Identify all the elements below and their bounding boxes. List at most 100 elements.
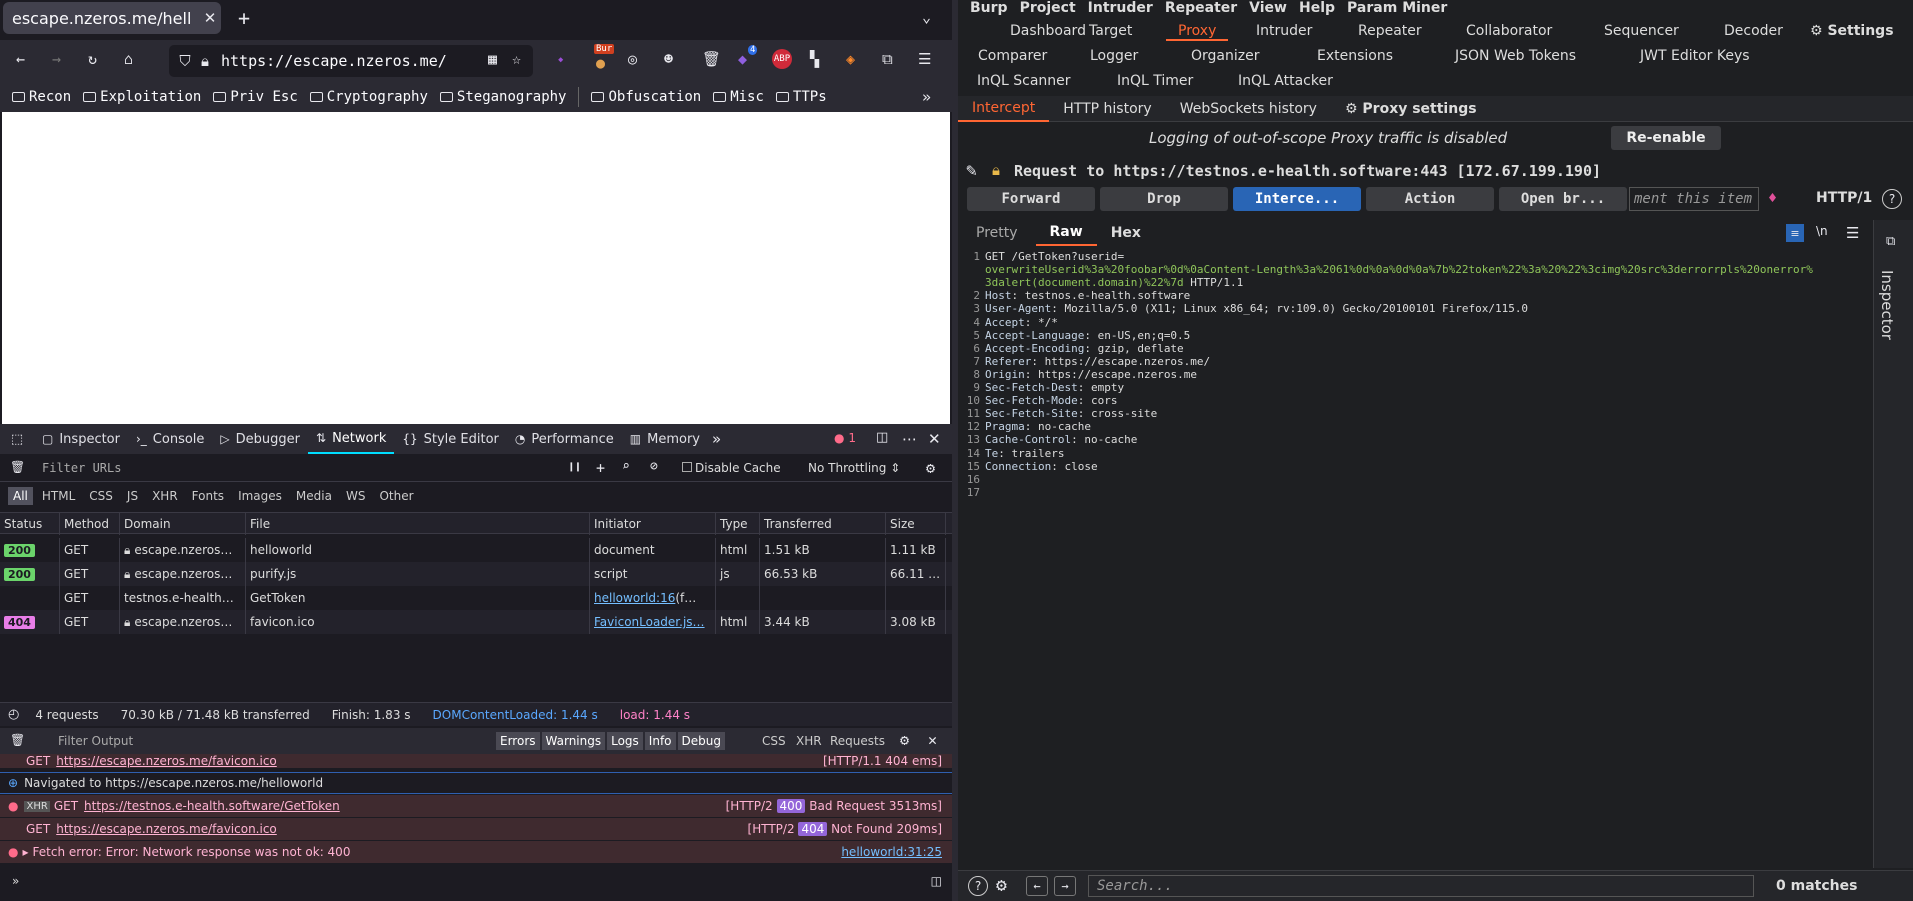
disable-cache-checkbox[interactable]: Disable Cache xyxy=(682,461,781,475)
tab-settings[interactable]: ⚙ Settings xyxy=(1810,23,1894,39)
view-hex[interactable]: Hex xyxy=(1097,221,1155,245)
clear-console-icon[interactable]: 🗑︎ xyxy=(10,733,25,747)
intercept-toggle-button[interactable]: Interce... xyxy=(1233,187,1361,211)
console-message[interactable]: ● XHR GET https://testnos.e-health.softw… xyxy=(0,795,952,817)
show-newlines-icon[interactable]: \n xyxy=(1816,224,1828,238)
bookmark-obfuscation[interactable]: Obfuscation xyxy=(591,89,701,105)
filter-xhr[interactable]: XHR xyxy=(796,734,822,748)
filter-info[interactable]: Info xyxy=(644,732,676,750)
tab-json-web-tokens[interactable]: JSON Web Tokens xyxy=(1455,48,1576,64)
pick-element-icon[interactable]: ⬚ xyxy=(0,432,34,447)
console-url[interactable]: https://escape.nzeros.me/favicon.ico xyxy=(56,822,277,836)
menu-param-miner[interactable]: Param Miner xyxy=(1347,0,1447,16)
inspector-toggle-icon[interactable]: ⧉ xyxy=(1886,234,1895,249)
lock-icon[interactable]: 🔒︎ xyxy=(195,52,215,70)
menu-view[interactable]: View xyxy=(1249,0,1287,16)
tab-inql-attacker[interactable]: InQL Attacker xyxy=(1238,73,1333,89)
home-icon[interactable]: ⌂ xyxy=(124,50,133,68)
bookmark-steganography[interactable]: Steganography xyxy=(439,89,566,105)
inspector-label[interactable]: Inspector xyxy=(1878,270,1896,340)
filter-debug[interactable]: Debug xyxy=(677,732,725,750)
edit-pencil-icon[interactable]: ✎ xyxy=(966,160,977,181)
type-xhr[interactable]: XHR xyxy=(147,487,183,505)
tab-inql-scanner[interactable]: InQL Scanner xyxy=(977,73,1071,89)
table-row[interactable]: 200 GET 🔒︎ escape.nzeros… helloworld docu… xyxy=(0,538,952,562)
tab-collaborator[interactable]: Collaborator xyxy=(1466,23,1552,39)
filter-css[interactable]: CSS xyxy=(762,734,786,748)
menu-help[interactable]: Help xyxy=(1299,0,1335,16)
col-domain[interactable]: Domain xyxy=(120,513,246,535)
proxy-settings-button[interactable]: ⚙ Proxy settings xyxy=(1331,97,1491,121)
col-initiator[interactable]: Initiator xyxy=(590,513,716,535)
filter-logs[interactable]: Logs xyxy=(607,732,643,750)
filter-warnings[interactable]: Warnings xyxy=(541,732,606,750)
foxyproxy-icon[interactable]: ◈ xyxy=(846,50,855,68)
tab-style-editor[interactable]: {} Style Editor xyxy=(394,424,507,454)
view-pretty[interactable]: Pretty xyxy=(958,221,1036,245)
subtab-websockets-history[interactable]: WebSockets history xyxy=(1166,97,1331,121)
help-icon[interactable]: ? xyxy=(968,876,988,896)
menu-repeater[interactable]: Repeater xyxy=(1165,0,1237,16)
initiator-link[interactable]: helloworld:16 xyxy=(594,591,675,605)
search-icon[interactable]: ⌕ xyxy=(622,459,630,474)
split-console-icon[interactable]: ◫ xyxy=(931,874,942,888)
clear-network-icon[interactable]: 🗑︎ xyxy=(10,460,25,474)
type-images[interactable]: Images xyxy=(233,487,287,505)
re-enable-button[interactable]: Re-enable xyxy=(1611,126,1721,150)
type-css[interactable]: CSS xyxy=(84,487,118,505)
console-message[interactable]: ● ▸ Fetch error: Error: Network response… xyxy=(0,841,952,863)
reader-icon[interactable]: ▦ xyxy=(488,50,497,68)
trash-icon[interactable]: 🗑︎ xyxy=(702,50,721,68)
filter-errors[interactable]: Errors xyxy=(496,732,540,750)
view-raw[interactable]: Raw xyxy=(1035,220,1097,246)
table-row[interactable]: 200 GET 🔒︎ escape.nzeros… purify.js scrip… xyxy=(0,562,952,586)
bookmark-cryptography[interactable]: Cryptography xyxy=(309,89,428,105)
tab-dashboard[interactable]: Dashboard xyxy=(1010,23,1086,39)
type-other[interactable]: Other xyxy=(374,487,418,505)
network-settings-gear-icon[interactable]: ⚙ xyxy=(926,459,935,477)
filter-output-input[interactable]: Filter Output xyxy=(58,734,133,748)
browser-tab[interactable]: escape.nzeros.me/hell ✕ xyxy=(3,2,221,34)
reload-icon[interactable]: ↻ xyxy=(88,50,97,68)
shield-icon[interactable]: ⛉ xyxy=(175,52,195,70)
menu-icon[interactable]: ☰ xyxy=(918,50,931,68)
bookmark-misc[interactable]: Misc xyxy=(713,89,764,105)
bookmark-exploitation[interactable]: Exploitation xyxy=(83,89,201,105)
console-message[interactable]: GET https://escape.nzeros.me/favicon.ico… xyxy=(0,818,952,840)
forward-icon[interactable]: → xyxy=(52,50,61,68)
comment-input[interactable]: ment this item xyxy=(1629,187,1759,211)
devtools-menu-icon[interactable]: ⋯ xyxy=(902,430,917,448)
tab-inql-timer[interactable]: InQL Timer xyxy=(1117,73,1193,89)
tab-comparer[interactable]: Comparer xyxy=(978,48,1047,64)
extension-icon[interactable]: ⬩ xyxy=(558,50,563,68)
table-row[interactable]: GET testnos.e-health… GetToken helloworl… xyxy=(0,586,952,610)
col-type[interactable]: Type xyxy=(716,513,760,535)
tab-decoder[interactable]: Decoder xyxy=(1724,23,1783,39)
url-bar[interactable]: ⛉ 🔒︎ https://escape.nzeros.me/ xyxy=(169,45,533,77)
col-size[interactable]: Size xyxy=(886,513,946,535)
open-browser-button[interactable]: Open br... xyxy=(1499,187,1627,211)
table-row[interactable]: 404 GET 🔒︎ escape.nzeros… favicon.ico Fav… xyxy=(0,610,952,634)
editor-menu-icon[interactable]: ☰ xyxy=(1846,224,1859,242)
extensions-grid-icon[interactable]: ▚ xyxy=(810,50,819,68)
back-icon[interactable]: ← xyxy=(16,50,25,68)
http-version-label[interactable]: HTTP/1 xyxy=(1816,190,1872,206)
bookmark-priv-esc[interactable]: Priv Esc xyxy=(213,89,298,105)
type-html[interactable]: HTML xyxy=(37,487,80,505)
tab-logger[interactable]: Logger xyxy=(1090,48,1138,64)
tab-extensions[interactable]: Extensions xyxy=(1317,48,1393,64)
console-url[interactable]: https://testnos.e-health.software/GetTok… xyxy=(84,799,340,813)
col-transferred[interactable]: Transferred xyxy=(760,513,886,535)
initiator-link[interactable]: FaviconLoader.js… xyxy=(594,615,705,629)
console-source-link[interactable]: helloworld:31:25 xyxy=(841,845,942,859)
col-file[interactable]: File xyxy=(246,513,590,535)
settings-gear-icon[interactable]: ⚙ xyxy=(996,875,1007,896)
next-match-icon[interactable]: → xyxy=(1054,876,1076,896)
tab-jwt-editor-keys[interactable]: JWT Editor Keys xyxy=(1640,48,1750,64)
tab-network[interactable]: ⇅ Network xyxy=(308,424,395,454)
subtab-intercept[interactable]: Intercept xyxy=(958,96,1050,122)
tab-proxy[interactable]: Proxy xyxy=(1166,23,1229,41)
bookmark-recon[interactable]: Recon xyxy=(12,89,71,105)
type-media[interactable]: Media xyxy=(291,487,337,505)
pause-icon[interactable]: ❙❙ xyxy=(568,460,581,473)
